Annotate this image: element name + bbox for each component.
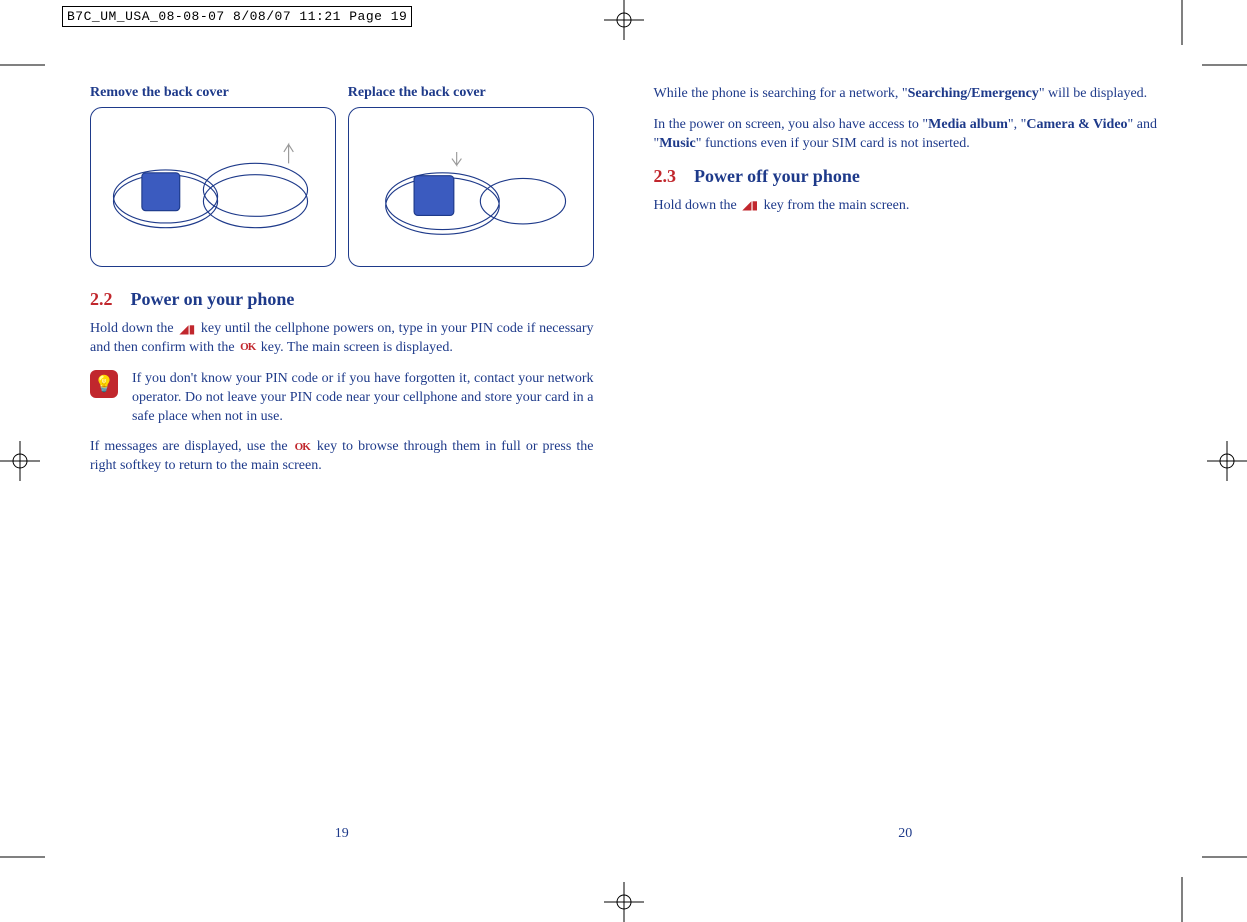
crop-mark-icon [0,45,60,85]
figure-row: Remove the back cover [90,85,594,267]
figure-illustration [348,107,594,267]
registration-mark-icon [604,882,644,922]
crop-mark-icon [1162,862,1202,922]
tip-callout: 💡 If you don't know your PIN code or if … [90,370,594,427]
page-spread: Remove the back cover [90,85,1157,842]
page-number: 19 [90,786,594,842]
figure-replace-cover: Replace the back cover [348,85,594,267]
body-paragraph: Hold down the ◢▮ key until the cellphone… [90,320,594,358]
body-paragraph: While the phone is searching for a netwo… [654,85,1158,104]
page-number: 20 [654,786,1158,842]
crop-mark-icon [0,837,60,877]
figure-title: Remove the back cover [90,85,336,101]
tip-text: If you don't know your PIN code or if yo… [132,370,594,427]
figure-remove-cover: Remove the back cover [90,85,336,267]
crop-mark-icon [1162,0,1202,60]
body-paragraph: In the power on screen, you also have ac… [654,116,1158,154]
ok-key-icon: OK [238,340,257,355]
registration-mark-icon [604,0,644,40]
print-job-header: B7C_UM_USA_08-08-07 8/08/07 11:21 Page 1… [62,6,412,27]
page-left: Remove the back cover [90,85,594,842]
page-right: While the phone is searching for a netwo… [654,85,1158,842]
ok-key-icon: OK [293,440,312,455]
body-paragraph: If messages are displayed, use the OK ke… [90,438,594,476]
section-heading: 2.2 Power on your phone [90,289,594,310]
figure-illustration [90,107,336,267]
section-title-text: Power on your phone [131,289,295,309]
section-number: 2.3 [654,166,677,186]
section-title-text: Power off your phone [694,166,860,186]
section-heading: 2.3 Power off your phone [654,166,1158,187]
power-key-icon: ◢▮ [177,321,197,337]
figure-title: Replace the back cover [348,85,594,101]
lightbulb-tip-icon: 💡 [90,370,118,398]
section-number: 2.2 [90,289,113,309]
body-paragraph: Hold down the ◢▮ key from the main scree… [654,197,1158,216]
registration-mark-icon [1207,441,1247,481]
power-key-icon: ◢▮ [740,197,760,213]
registration-mark-icon [0,441,40,481]
